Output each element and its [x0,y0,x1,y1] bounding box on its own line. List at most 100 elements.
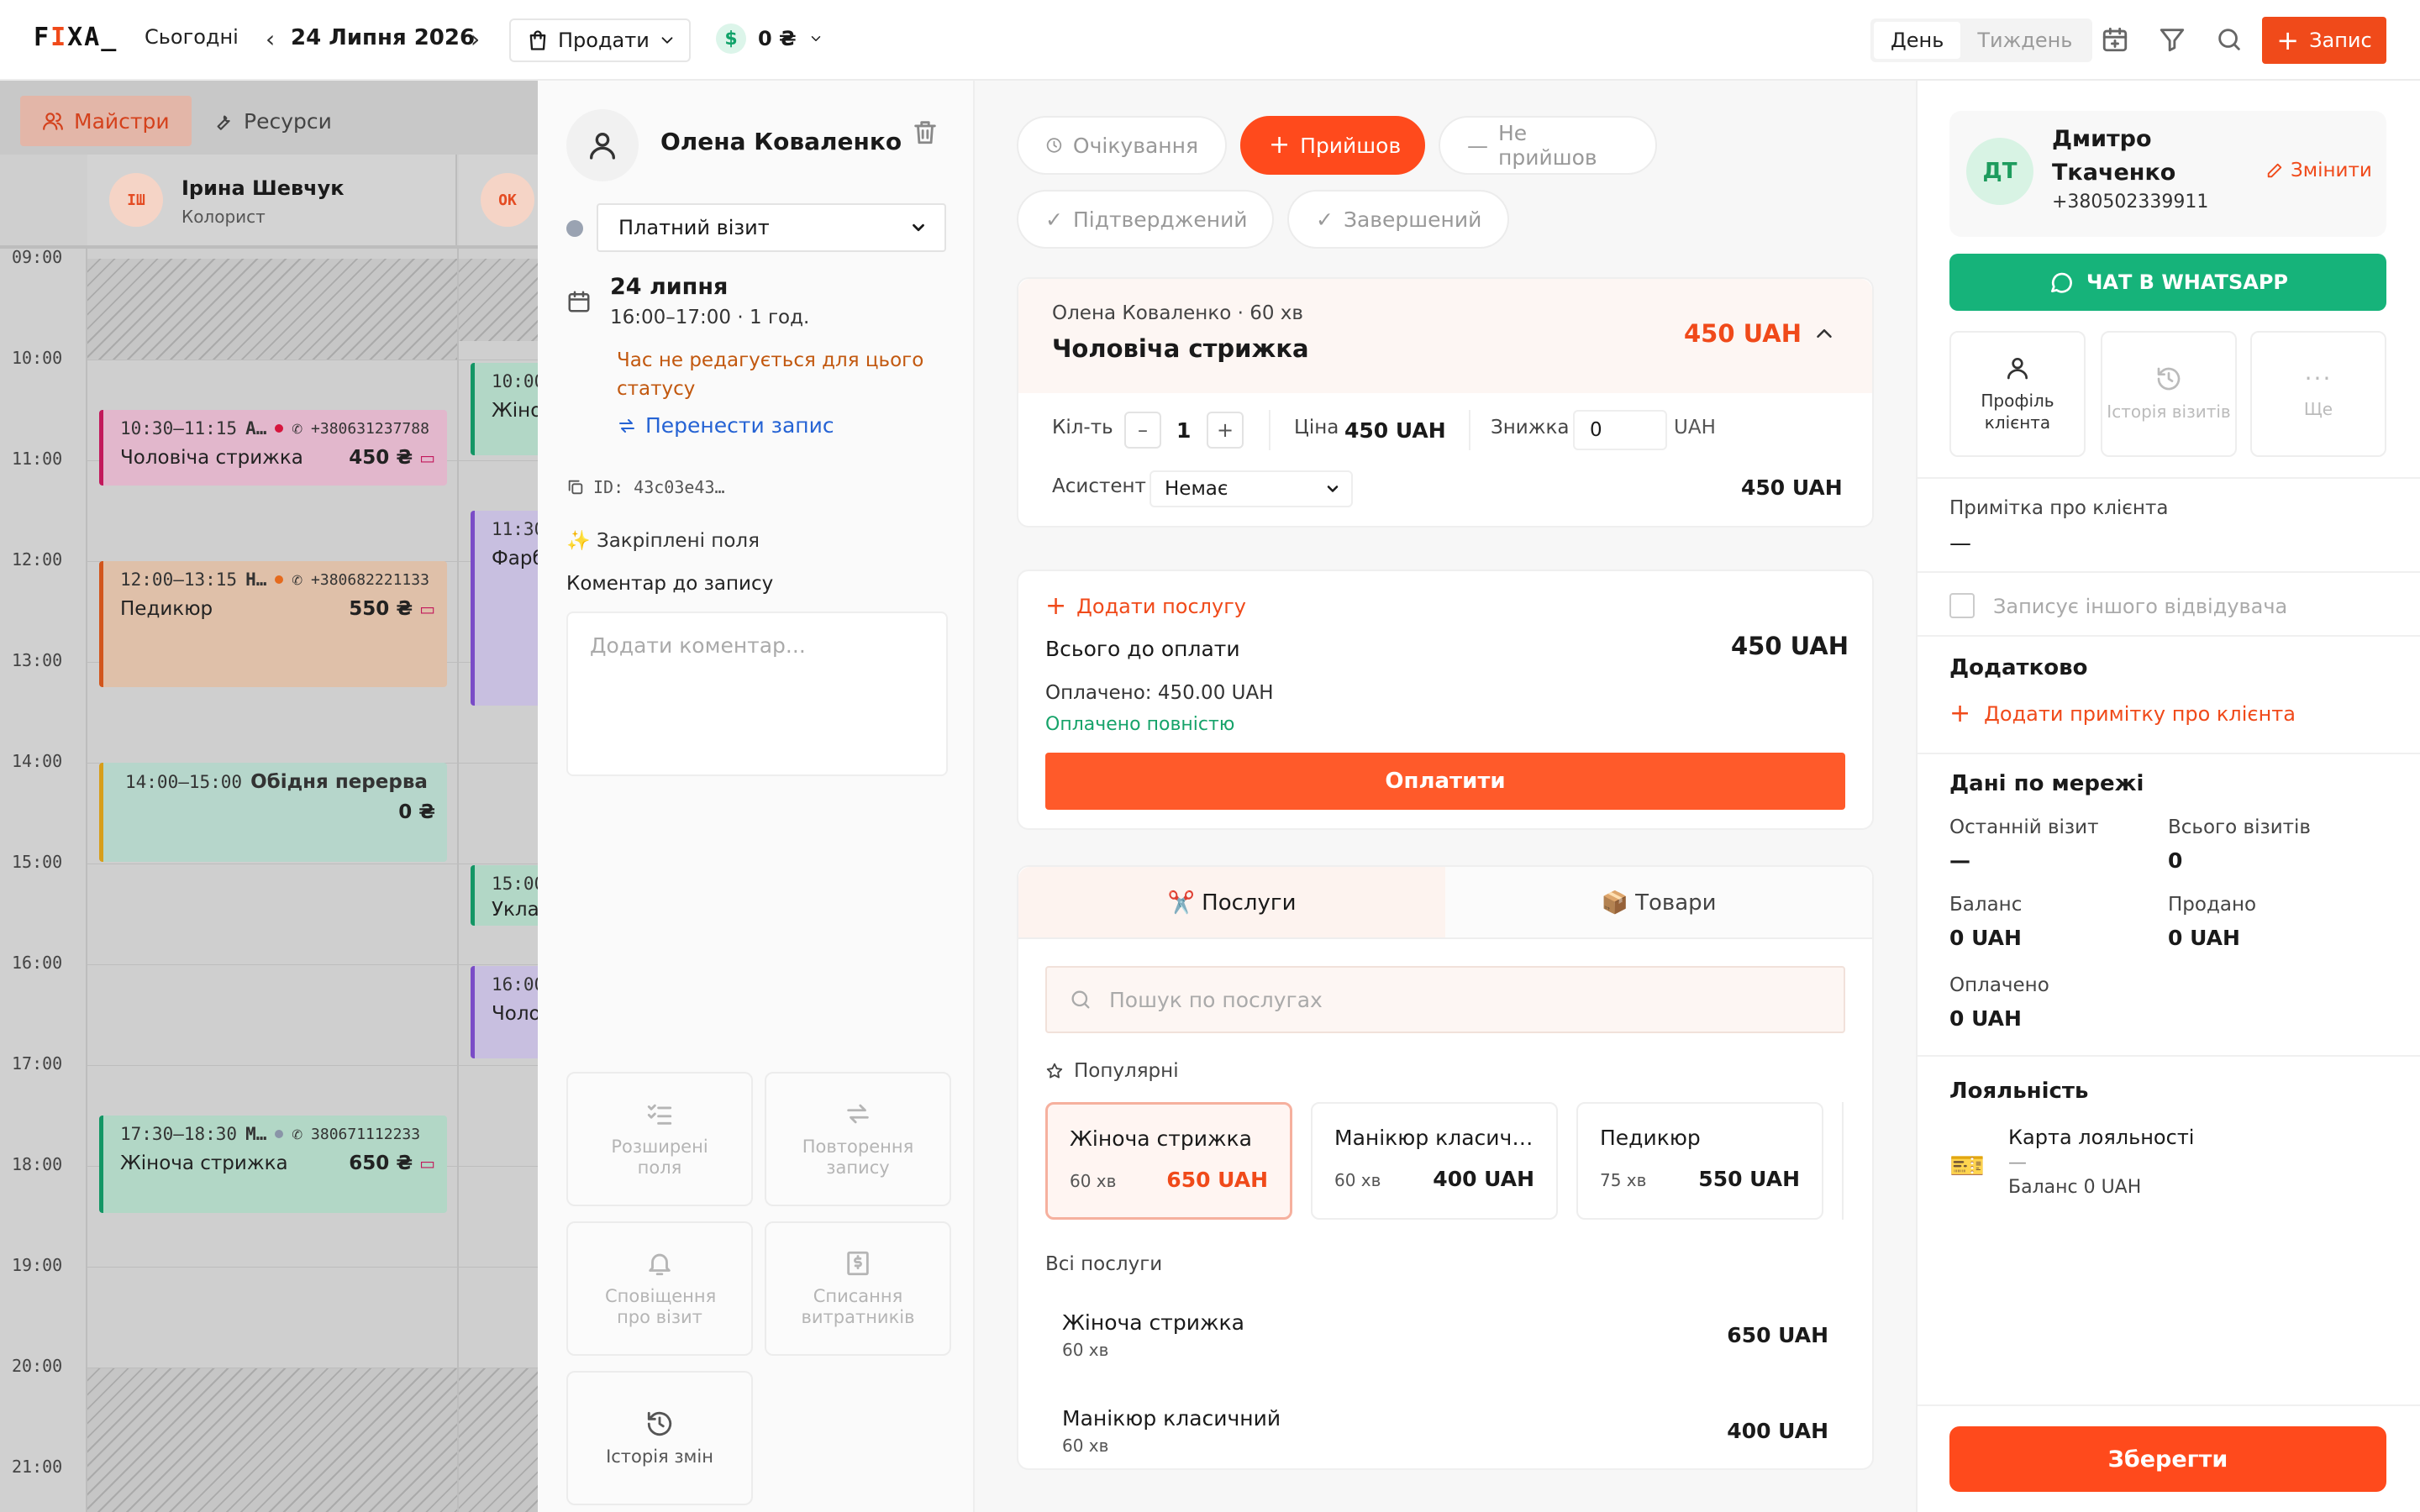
total-visits-value: 0 [2168,848,2183,873]
current-date[interactable]: 24 Липня 2026 [291,25,475,50]
client-name[interactable]: Олена Коваленко [660,128,902,155]
change-history-button[interactable]: Історія змін [566,1371,753,1505]
chevron-up-icon[interactable] [1812,321,1837,346]
hour-label: 21:00 [12,1457,63,1477]
hour-label: 15:00 [12,852,63,872]
view-week-tab[interactable]: Тиждень [1960,22,2089,59]
tab-masters[interactable]: Майстри [20,96,192,146]
master-header[interactable]: ОК [459,155,538,247]
visit-time: 16:00–17:00 · 1 год. [610,307,810,328]
status-arrived[interactable]: + Прийшов [1240,116,1425,175]
filter-icon[interactable] [2158,25,2186,54]
unit-price[interactable]: 450 UAH [1344,418,1446,443]
service-list-item[interactable]: Жіноча стрижка 60 хв 650 UAH [1062,1310,1828,1360]
loyalty-card[interactable]: Карта лояльності — Баланс 0 UAH [2008,1126,2194,1198]
view-day-tab[interactable]: День [1874,22,1961,59]
app-logo[interactable]: FIXA_ [34,23,118,52]
service-duration: 60 хв [1070,1171,1117,1191]
tab-resources[interactable]: Ресурси [190,96,354,146]
discount-input[interactable]: 0 [1573,410,1667,450]
search-icon[interactable] [2215,25,2244,54]
hour-label: 20:00 [12,1356,63,1376]
client-profile-button[interactable]: Профіль клієнта [1949,331,2086,457]
service-search-input[interactable]: Пошук по послугах [1045,966,1845,1033]
cash-balance[interactable]: $ 0 ₴ [716,24,823,54]
repeat-appointment-button[interactable]: Повторення запису [765,1072,951,1206]
qty-value[interactable]: 1 [1176,418,1191,443]
status-confirmed-label: Підтверджений [1072,207,1248,232]
tab-goods[interactable]: 📦 Товари [1445,867,1872,939]
client-last-name: Ткаченко [2052,160,2176,186]
comment-input[interactable]: Додати коментар... [566,612,948,776]
appointment-card[interactable]: 12:00–13:15 Н… ✆ +380682221133 Педикюр 550 ₴… [99,561,447,687]
visit-history-button[interactable]: Історія візитів [2101,331,2237,457]
master-header[interactable]: ІШ Ірина Шевчук Колорист [87,155,457,247]
calendar-add-icon[interactable] [2101,25,2129,54]
client-phone[interactable]: +380502339911 [2052,192,2208,213]
hour-label: 09:00 [12,247,63,267]
appointment-time: 15:00 [492,874,538,894]
consumables-writeoff-button[interactable]: Списання витратників [765,1221,951,1356]
visit-date-block: 24 липня 16:00–17:00 · 1 год. [610,274,809,328]
time-locked-warning: Час не редагується для цього статусу [617,349,924,400]
bell-icon [649,1253,671,1276]
appointment-card[interactable]: 14:00–15:00 Обідня перерва 0 ₴ [99,763,447,862]
visit-type-select[interactable]: Платний візит [597,203,946,252]
tab-services[interactable]: ✂️ Послуги [1018,867,1445,939]
pencil-icon [2267,163,2282,178]
pinned-fields[interactable]: ✨ Закріплені поля [566,529,760,552]
reschedule-link[interactable]: Перенести запис [617,413,834,438]
popular-service-card[interactable]: Манікюр класичн… 60 хв 400 UAH [1311,1102,1558,1220]
add-appointment-button[interactable]: + Запис [2262,17,2386,64]
add-service-link[interactable]: + Додати послугу [1045,591,1246,621]
whatsapp-chat-button[interactable]: ЧАТ В WHATSAPP [1949,254,2386,311]
pay-button[interactable]: Оплатити [1045,753,1845,810]
service-list-item[interactable]: Манікюр класичний 60 хв 400 UAH [1062,1406,1828,1456]
appointment-card[interactable]: 17:30–18:30 М… ✆ 380671112233 Жіноча стрижк… [99,1116,447,1213]
extended-fields-button[interactable]: Розширені поля [566,1072,753,1206]
popular-service-card[interactable]: Педикюр 75 хв 550 UAH [1576,1102,1823,1220]
today-button[interactable]: Сьогодні [145,25,239,49]
quick-button-label: Профіль клієнта [1981,391,2054,433]
more-button[interactable]: ··· Ще [2250,331,2386,457]
popular-service-card[interactable]: Жіноча стрижка 60 хв 650 UAH [1045,1102,1292,1220]
appointment-card[interactable]: 10:30–11:15 А… ✆ +380631237788 Чоловіча стр… [99,410,447,486]
avatar: ДТ [1966,138,2033,205]
other-visitor-checkbox[interactable] [1949,593,1975,618]
receipt-dollar-icon [847,1251,869,1276]
prev-day-button[interactable]: ‹ [266,25,275,53]
visit-id[interactable]: ID: 43c03e43… [566,477,725,497]
network-section-title: Дані по мережі [1949,771,2144,796]
save-button[interactable]: Зберегти [1949,1426,2386,1492]
assistant-select[interactable]: Немає [1150,470,1353,507]
status-confirmed[interactable]: ✓ Підтверджений [1017,190,1274,249]
status-noshow[interactable]: — Не прийшов [1439,116,1657,175]
divider [1918,635,2420,637]
appointment-card[interactable]: 16:00 Чолов [471,966,538,1058]
client-name[interactable]: Дмитро Ткаченко [2052,123,2175,190]
appointment-card[interactable]: 15:00 Уклад [471,865,538,926]
trash-icon[interactable] [911,118,939,146]
qty-decrement-button[interactable]: – [1124,412,1161,449]
status-dot [275,575,284,584]
status-completed[interactable]: ✓ Завершений [1287,190,1509,249]
tab-masters-label: Майстри [74,108,170,134]
sell-dropdown[interactable]: Продати [509,18,691,62]
client-note-value[interactable]: — [1949,531,1971,556]
add-client-note-link[interactable]: + Додати примітку про клієнта [1949,699,2296,728]
divider [1269,410,1270,450]
users-icon [43,113,63,130]
qty-increment-button[interactable]: + [1207,412,1244,449]
add-service-label: Додати послугу [1076,594,1247,618]
view-switch: День Тиждень [1870,18,2093,62]
next-day-button[interactable]: › [471,25,480,53]
appointment-card[interactable]: 11:30 Фарб [471,511,538,706]
appointment-phone: 380671112233 [311,1125,421,1143]
appointment-card[interactable]: 10:00 Жіно [471,363,538,455]
edit-client-button[interactable]: Змінити [2265,160,2372,181]
visit-notifications-button[interactable]: Сповіщення про візит [566,1221,753,1356]
quick-button-label: Історія змін [606,1446,713,1467]
clock-icon [1046,138,1062,153]
status-pending[interactable]: Очікування [1017,116,1227,175]
status-pending-label: Очікування [1072,133,1198,158]
